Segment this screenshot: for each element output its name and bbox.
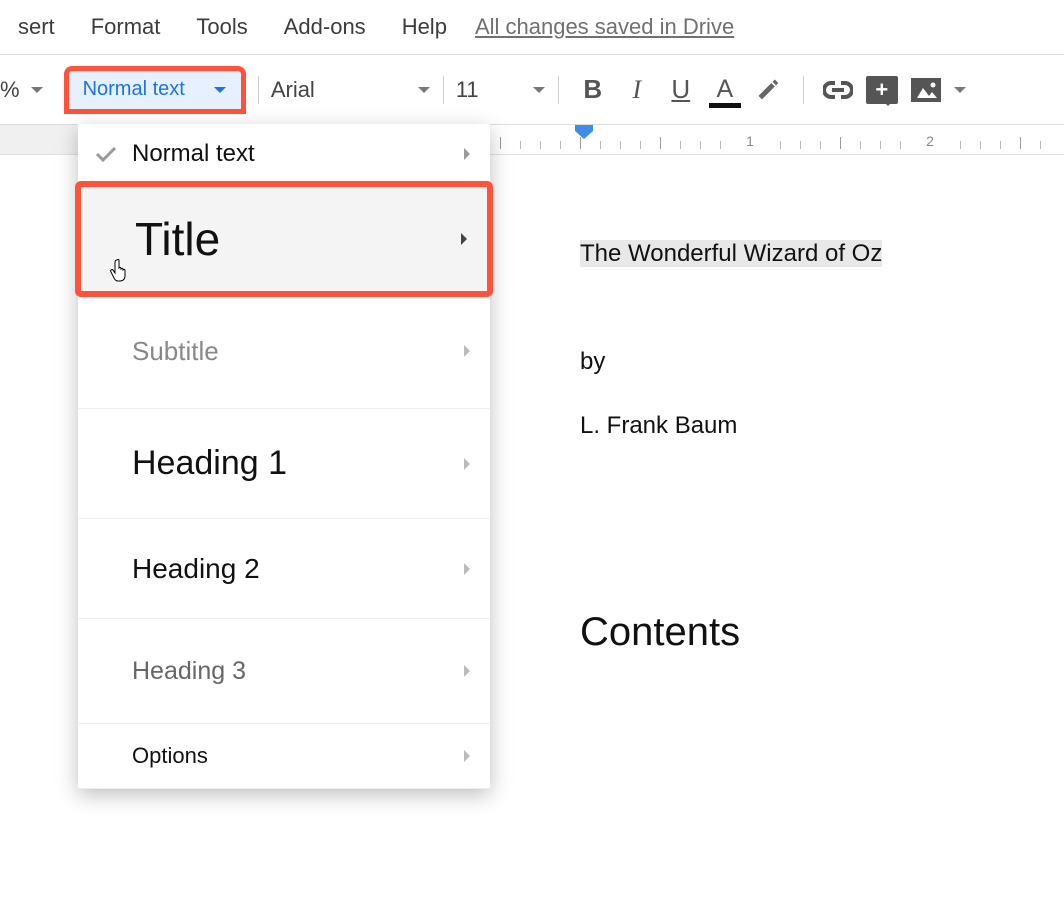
document-by-line[interactable]: by: [580, 348, 1044, 376]
cursor-icon: [110, 258, 132, 288]
caret-down-icon: [532, 85, 546, 95]
more-options-button[interactable]: [948, 68, 972, 112]
option-label: Heading 1: [132, 444, 462, 483]
option-label: Subtitle: [132, 336, 462, 367]
font-selector[interactable]: Arial: [271, 77, 431, 103]
style-option-heading-2[interactable]: Heading 2: [78, 519, 490, 619]
submenu-arrow-icon: [462, 749, 472, 763]
size-label: 11: [456, 77, 532, 103]
font-label: Arial: [271, 77, 417, 103]
document-title-line[interactable]: The Wonderful Wizard of Oz: [580, 240, 1044, 268]
insert-link-button[interactable]: [816, 68, 860, 112]
menu-insert[interactable]: sert: [0, 14, 73, 40]
zoom-label: %: [0, 77, 20, 103]
paragraph-style-selector[interactable]: Normal text: [64, 66, 246, 114]
style-option-subtitle[interactable]: Subtitle: [78, 294, 490, 409]
ruler-label-2: 2: [926, 133, 934, 149]
insert-image-button[interactable]: [904, 68, 948, 112]
menu-help[interactable]: Help: [384, 14, 465, 40]
menu-addons[interactable]: Add-ons: [266, 14, 384, 40]
toolbar-divider: [258, 76, 259, 104]
toolbar: % Normal text Arial 11 B I U A: [0, 55, 1064, 125]
option-label: Normal text: [132, 140, 462, 168]
option-label: Options: [132, 743, 462, 769]
ruler-margin: [0, 125, 80, 154]
underline-button[interactable]: U: [659, 68, 703, 112]
submenu-arrow-icon: [459, 232, 469, 246]
highlight-button[interactable]: [747, 68, 791, 112]
caret-down-icon: [213, 85, 227, 95]
zoom-selector[interactable]: %: [0, 77, 54, 103]
indent-marker[interactable]: [575, 125, 593, 141]
style-option-options[interactable]: Options: [78, 724, 490, 789]
toolbar-divider: [803, 76, 804, 104]
style-label: Normal text: [83, 78, 185, 101]
toolbar-divider: [443, 76, 444, 104]
toolbar-divider: [558, 76, 559, 104]
menu-tools[interactable]: Tools: [178, 14, 265, 40]
submenu-arrow-icon: [462, 147, 472, 161]
text-color-button[interactable]: A: [703, 68, 747, 112]
submenu-arrow-icon: [462, 562, 472, 576]
menu-format[interactable]: Format: [73, 14, 179, 40]
paragraph-style-dropdown: Normal text Title Subtitle Heading 1 Hea…: [78, 124, 490, 789]
submenu-arrow-icon: [462, 457, 472, 471]
bold-button[interactable]: B: [571, 68, 615, 112]
submenu-arrow-icon: [462, 344, 472, 358]
submenu-arrow-icon: [462, 664, 472, 678]
caret-down-icon: [417, 85, 431, 95]
option-label: Heading 3: [132, 657, 462, 686]
style-option-title[interactable]: Title: [75, 181, 493, 297]
document-contents-heading[interactable]: Contents: [580, 610, 1044, 655]
italic-button[interactable]: I: [615, 68, 659, 112]
selected-text: The Wonderful Wizard of Oz: [580, 240, 882, 267]
ruler-label-1: 1: [746, 133, 754, 149]
font-size-selector[interactable]: 11: [456, 77, 546, 103]
save-status[interactable]: All changes saved in Drive: [475, 14, 734, 40]
style-option-normal-text[interactable]: Normal text: [78, 124, 490, 184]
menu-bar: sert Format Tools Add-ons Help All chang…: [0, 0, 1064, 55]
option-label: Title: [135, 212, 459, 266]
option-label: Heading 2: [132, 553, 462, 585]
caret-down-icon: [30, 85, 44, 95]
document-page[interactable]: The Wonderful Wizard of Oz by L. Frank B…: [490, 160, 1064, 924]
add-comment-button[interactable]: +: [860, 68, 904, 112]
check-icon: [88, 145, 124, 163]
style-option-heading-3[interactable]: Heading 3: [78, 619, 490, 724]
style-option-heading-1[interactable]: Heading 1: [78, 409, 490, 519]
document-author-line[interactable]: L. Frank Baum: [580, 412, 1044, 440]
